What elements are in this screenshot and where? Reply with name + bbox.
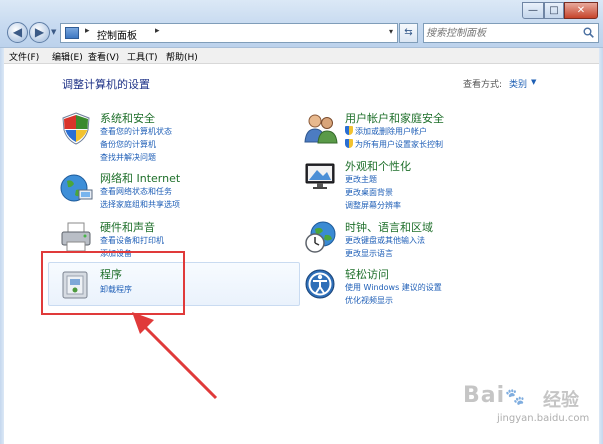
menu-help[interactable]: 帮助(H) (166, 50, 198, 63)
address-bar[interactable]: ▸ 控制面板 ▸ ▾ (60, 23, 398, 43)
category-system-security: 系统和安全 查看您的计算机状态 备份您的计算机 查找并解决问题 (58, 110, 278, 166)
display-icon[interactable] (303, 158, 339, 194)
watermark-suffix: 经验 (543, 390, 579, 411)
link-desktop-background[interactable]: 更改桌面背景 (345, 187, 393, 198)
category-title[interactable]: 外观和个性化 (345, 158, 411, 174)
link-backup-computer[interactable]: 备份您的计算机 (100, 139, 156, 150)
users-icon[interactable] (303, 110, 339, 146)
link-parental-controls[interactable]: 为所有用户设置家长控制 (345, 139, 443, 150)
category-user-accounts: 用户帐户和家庭安全 添加或删除用户帐户 为所有用户设置家长控制 (303, 110, 563, 154)
annotation-red-arrow (132, 312, 218, 400)
minimize-button[interactable]: — (522, 2, 544, 19)
search-box[interactable] (423, 23, 599, 43)
recent-pages-dropdown[interactable]: ▼ (51, 28, 56, 36)
shield-icon[interactable] (58, 110, 94, 146)
uac-shield-icon (345, 126, 353, 135)
category-title[interactable]: 时钟、语言和区域 (345, 219, 433, 235)
link-change-display-language[interactable]: 更改显示语言 (345, 248, 393, 259)
category-ease-of-access: 轻松访问 使用 Windows 建议的设置 优化视频显示 (303, 266, 563, 306)
category-network-internet: 网络和 Internet 查看网络状态和任务 选择家庭组和共享选项 (58, 170, 278, 214)
ease-of-access-icon[interactable] (303, 266, 339, 302)
address-dropdown-icon[interactable]: ▾ (389, 27, 393, 36)
link-label[interactable]: 为所有用户设置家长控制 (355, 140, 443, 149)
link-label[interactable]: 添加或删除用户帐户 (355, 127, 427, 136)
link-network-status[interactable]: 查看网络状态和任务 (100, 186, 172, 197)
link-change-theme[interactable]: 更改主题 (345, 174, 377, 185)
link-devices-printers[interactable]: 查看设备和打印机 (100, 235, 164, 246)
link-view-computer-status[interactable]: 查看您的计算机状态 (100, 126, 172, 137)
clock-globe-icon[interactable] (303, 219, 339, 255)
control-panel-icon (65, 27, 79, 39)
view-by-dropdown[interactable]: 类别 (509, 77, 527, 90)
category-title[interactable]: 硬件和声音 (100, 219, 155, 235)
uac-shield-icon (345, 139, 353, 148)
window-title-bar: — □ ✕ ◀ ▶ ▼ ▸ 控制面板 ▸ ▾ ⇆ (0, 0, 603, 48)
category-title[interactable]: 网络和 Internet (100, 170, 180, 186)
refresh-button[interactable]: ⇆ (399, 23, 418, 43)
menu-file[interactable]: 文件(F) (9, 50, 39, 63)
forward-button[interactable]: ▶ (29, 22, 50, 43)
category-title[interactable]: 轻松访问 (345, 266, 389, 282)
paw-icon: 🐾 (505, 387, 525, 406)
watermark-logo: Bai (463, 383, 506, 408)
category-title[interactable]: 系统和安全 (100, 110, 155, 126)
category-clock-language-region: 时钟、语言和区域 更改键盘或其他输入法 更改显示语言 (303, 219, 563, 263)
window-frame-left (0, 48, 4, 444)
link-optimize-video-display[interactable]: 优化视频显示 (345, 295, 393, 306)
menu-tools[interactable]: 工具(T) (127, 50, 158, 63)
link-screen-resolution[interactable]: 调整屏幕分辨率 (345, 200, 401, 211)
chevron-down-icon[interactable]: ▼ (531, 78, 536, 86)
link-homegroup-sharing[interactable]: 选择家庭组和共享选项 (100, 199, 180, 210)
link-add-remove-accounts[interactable]: 添加或删除用户帐户 (345, 126, 427, 137)
page-title: 调整计算机的设置 (62, 78, 150, 91)
close-button[interactable]: ✕ (564, 2, 598, 19)
link-change-keyboard[interactable]: 更改键盘或其他输入法 (345, 235, 425, 246)
category-title[interactable]: 用户帐户和家庭安全 (345, 110, 444, 126)
search-input[interactable] (426, 25, 576, 41)
breadcrumb-separator[interactable]: ▸ (155, 26, 160, 36)
view-by-label: 查看方式: (463, 80, 503, 90)
baidu-jingyan-watermark: Bai 🐾 经验 jingyan.baidu.com (463, 383, 593, 427)
link-windows-recommended-settings[interactable]: 使用 Windows 建议的设置 (345, 282, 442, 293)
breadcrumb-control-panel[interactable]: 控制面板 (97, 27, 137, 42)
search-icon[interactable] (583, 27, 594, 38)
menu-edit[interactable]: 编辑(E) (52, 50, 83, 63)
back-button[interactable]: ◀ (7, 22, 28, 43)
control-panel-content: 调整计算机的设置 查看方式: 类别 ▼ 系统和安全 查看您的计算机状态 备份您的… (0, 64, 603, 444)
category-appearance: 外观和个性化 更改主题 更改桌面背景 调整屏幕分辨率 (303, 158, 563, 214)
printer-icon[interactable] (58, 219, 94, 255)
window-frame-right (599, 48, 603, 444)
link-find-fix-problems[interactable]: 查找并解决问题 (100, 152, 156, 163)
watermark-url: jingyan.baidu.com (497, 413, 590, 424)
menu-view[interactable]: 查看(V) (88, 50, 119, 63)
breadcrumb-separator[interactable]: ▸ (85, 26, 90, 36)
menu-bar: 文件(F) 编辑(E) 查看(V) 工具(T) 帮助(H) (0, 48, 603, 64)
maximize-button[interactable]: □ (544, 2, 564, 19)
network-globe-icon[interactable] (58, 170, 94, 206)
